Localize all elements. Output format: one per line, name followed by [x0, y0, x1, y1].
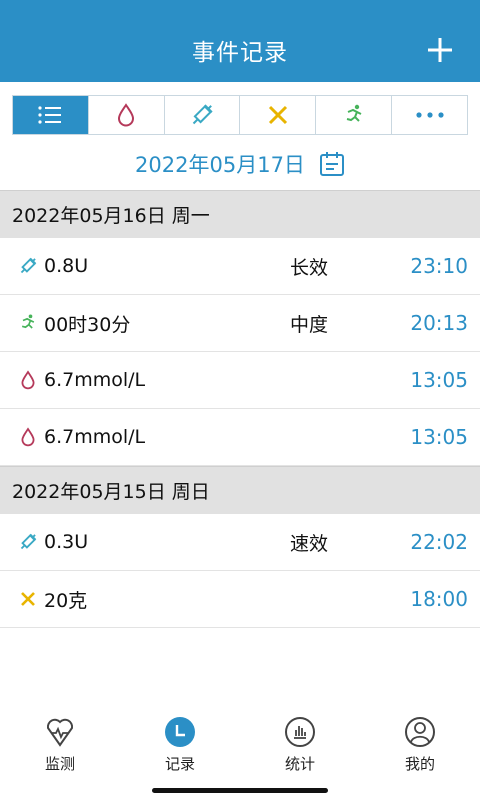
record-row[interactable]: 00时30分 中度 20:13	[0, 295, 480, 352]
user-icon	[405, 717, 435, 747]
nav-label: 监测	[44, 755, 75, 773]
more-icon	[415, 112, 444, 118]
app-header: 事件记录	[0, 18, 480, 82]
calendar-icon[interactable]	[319, 151, 345, 177]
running-icon	[18, 313, 38, 333]
fork-knife-icon	[18, 589, 38, 609]
home-indicator	[152, 788, 328, 793]
group-header: 2022年05月16日 周一	[0, 190, 480, 238]
record-time: 23:10	[410, 254, 468, 278]
list-icon	[38, 106, 62, 124]
add-icon[interactable]	[420, 30, 460, 70]
record-value: 00时30分	[44, 313, 131, 336]
page-title: 事件记录	[192, 40, 288, 66]
record-row[interactable]: 0.3U 速效 22:02	[0, 514, 480, 571]
date-group: 2022年05月16日 周一 0.8U 长效 23:10 00时30分 中度 2…	[0, 190, 480, 466]
blood-drop-icon	[18, 370, 38, 390]
chart-icon	[285, 717, 315, 747]
tab-insulin[interactable]	[164, 96, 241, 134]
nav-profile[interactable]: 我的	[360, 708, 480, 788]
record-time: 13:05	[410, 368, 468, 392]
record-time: 22:02	[410, 530, 468, 554]
tab-diet[interactable]	[240, 96, 317, 134]
filter-tabs	[12, 95, 468, 135]
record-value: 0.8U	[44, 255, 89, 277]
blood-drop-icon	[118, 103, 135, 127]
record-row[interactable]: 6.7mmol/L 13:05	[0, 409, 480, 466]
record-type: 长效	[290, 256, 329, 279]
syringe-icon	[192, 104, 213, 125]
record-value: 0.3U	[44, 531, 89, 553]
tab-exercise[interactable]	[316, 96, 393, 134]
blood-drop-icon	[18, 427, 38, 447]
tab-blood-glucose[interactable]	[88, 96, 165, 134]
nav-label: 我的	[404, 755, 435, 773]
syringe-icon	[18, 532, 38, 552]
record-type: 速效	[290, 532, 329, 555]
record-value: 6.7mmol/L	[44, 369, 146, 391]
nav-label: 统计	[284, 755, 315, 773]
fork-knife-icon	[268, 105, 287, 125]
running-icon	[346, 104, 362, 122]
nav-label: 记录	[164, 755, 195, 773]
record-type: 中度	[290, 313, 329, 336]
status-bar	[0, 0, 480, 18]
record-row[interactable]: 6.7mmol/L 13:05	[0, 352, 480, 409]
date-group: 2022年05月15日 周日 0.3U 速效 22:02 20克 18:00	[0, 466, 480, 628]
record-row[interactable]: 20克 18:00	[0, 571, 480, 628]
record-time: 13:05	[410, 425, 468, 449]
bottom-navigation: 监测 记录 统计 我的	[0, 708, 480, 788]
record-value: 6.7mmol/L	[44, 426, 146, 448]
event-list: 2022年05月16日 周一 0.8U 长效 23:10 00时30分 中度 2…	[0, 190, 480, 628]
clock-icon	[165, 717, 195, 747]
tab-more[interactable]	[392, 96, 467, 134]
record-time: 18:00	[410, 587, 468, 611]
heart-monitor-icon	[46, 718, 74, 747]
record-row[interactable]: 0.8U 长效 23:10	[0, 238, 480, 295]
syringe-icon	[18, 256, 38, 276]
nav-statistics[interactable]: 统计	[240, 708, 360, 788]
date-selector[interactable]: 2022年05月17日	[0, 140, 480, 188]
selected-date[interactable]: 2022年05月17日	[135, 149, 305, 179]
nav-monitor[interactable]: 监测	[0, 708, 120, 788]
nav-records[interactable]: 记录	[120, 708, 240, 788]
record-time: 20:13	[410, 311, 468, 335]
record-value: 20克	[44, 589, 88, 612]
group-header: 2022年05月15日 周日	[0, 466, 480, 514]
tab-all[interactable]	[13, 96, 89, 134]
